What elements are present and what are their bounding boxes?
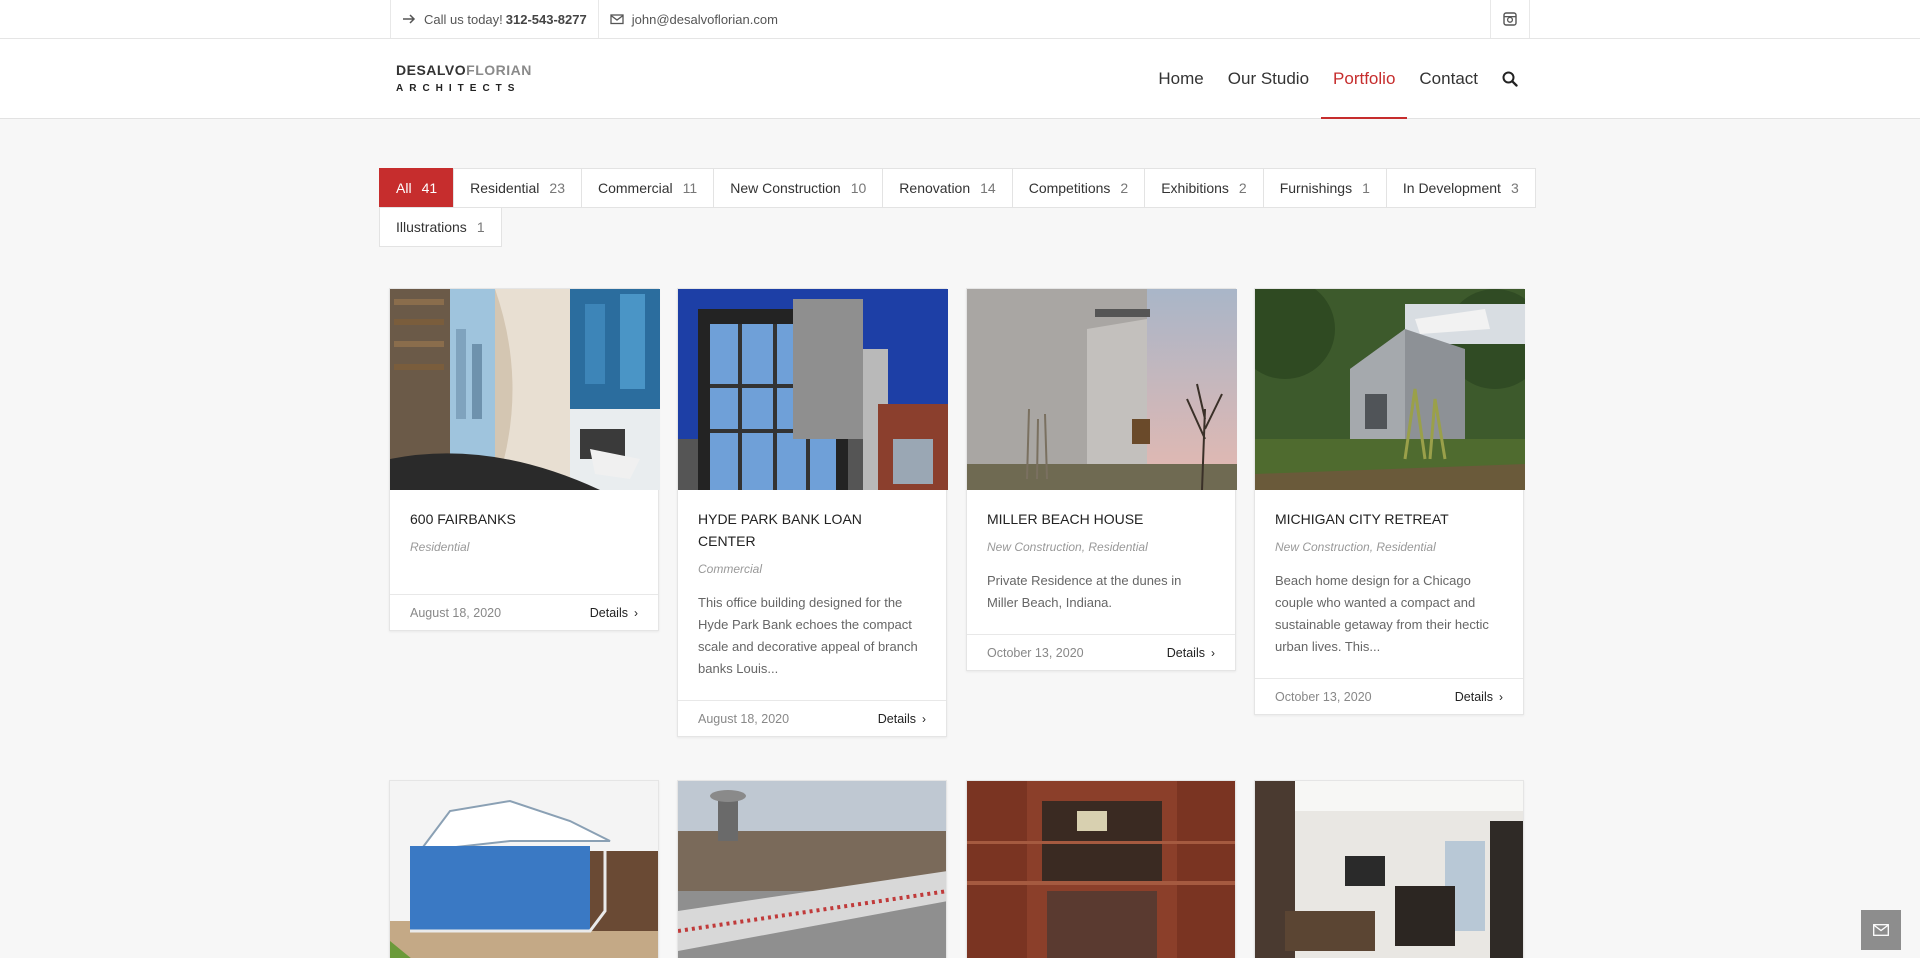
project-categories[interactable]: New Construction, Residential <box>987 538 1215 556</box>
filter-illustrations[interactable]: Illustrations 1 <box>379 207 502 247</box>
project-card <box>966 780 1236 958</box>
details-link[interactable]: Details › <box>1167 646 1215 660</box>
mail-icon[interactable] <box>1861 910 1901 950</box>
filter-residential[interactable]: Residential 23 <box>453 168 582 208</box>
chevron-right-icon: › <box>634 605 638 620</box>
project-card <box>677 780 947 958</box>
chevron-right-icon: › <box>1211 645 1215 660</box>
project-card: MILLER BEACH HOUSE New Construction, Res… <box>966 288 1237 671</box>
project-excerpt: Private Residence at the dunes in Miller… <box>987 573 1182 610</box>
project-categories[interactable]: Residential <box>410 538 638 556</box>
nav-our-studio[interactable]: Our Studio <box>1216 39 1321 119</box>
project-categories[interactable]: Commercial <box>698 560 926 578</box>
instagram-icon[interactable] <box>1490 0 1530 38</box>
filter-furnishings[interactable]: Furnishings 1 <box>1262 168 1387 208</box>
project-title[interactable]: MICHIGAN CITY RETREAT <box>1275 508 1503 530</box>
email-contact[interactable]: john@desalvoflorian.com <box>597 0 789 38</box>
project-card <box>389 780 659 958</box>
project-card: HYDE PARK BANK LOAN CENTER Commercial Th… <box>677 288 948 737</box>
project-image[interactable] <box>967 781 1235 958</box>
project-excerpt: Beach home design for a Chicago couple w… <box>1275 573 1489 654</box>
envelope-icon <box>610 12 624 26</box>
project-date: October 13, 2020 <box>987 645 1084 660</box>
site-logo[interactable]: DESALVOFLORIAN ARCHITECTS <box>396 61 532 97</box>
main-nav: Home Our Studio Portfolio Contact <box>1146 39 1530 119</box>
project-image[interactable] <box>678 781 946 958</box>
filter-commercial[interactable]: Commercial 11 <box>580 168 715 208</box>
project-title[interactable]: 600 FAIRBANKS <box>410 508 638 530</box>
filter-competitions[interactable]: Competitions 2 <box>1011 168 1146 208</box>
project-image[interactable] <box>1255 289 1525 490</box>
phone-contact[interactable]: Call us today! 312-543-8277 <box>390 0 598 38</box>
project-card <box>1254 780 1524 958</box>
email-address[interactable]: john@desalvoflorian.com <box>632 12 778 27</box>
project-categories[interactable]: New Construction, Residential <box>1275 538 1503 556</box>
project-image[interactable] <box>390 781 658 958</box>
call-prefix: Call us today! <box>424 11 503 27</box>
project-image[interactable] <box>1255 781 1523 958</box>
project-title[interactable]: MILLER BEACH HOUSE <box>987 508 1215 530</box>
project-title[interactable]: HYDE PARK BANK LOAN CENTER <box>698 508 878 552</box>
filter-renovation[interactable]: Renovation 14 <box>882 168 1013 208</box>
search-icon[interactable] <box>1490 39 1530 119</box>
project-date: August 18, 2020 <box>698 711 790 726</box>
nav-portfolio[interactable]: Portfolio <box>1321 39 1408 119</box>
details-link[interactable]: Details › <box>1455 690 1503 704</box>
nav-home[interactable]: Home <box>1146 39 1215 119</box>
project-card: 600 FAIRBANKS Residential August 18, 202… <box>389 288 660 631</box>
project-image[interactable] <box>678 289 948 490</box>
details-link[interactable]: Details › <box>878 712 926 726</box>
phone-number[interactable]: 312-543-8277 <box>506 12 587 27</box>
nav-contact[interactable]: Contact <box>1407 39 1490 119</box>
filter-all[interactable]: All 41 <box>379 168 455 208</box>
filter-new-construction[interactable]: New Construction 10 <box>713 168 884 208</box>
filter-exhibitions[interactable]: Exhibitions 2 <box>1144 168 1264 208</box>
project-card: MICHIGAN CITY RETREAT New Construction, … <box>1254 288 1525 715</box>
portfolio-filters: All 41 Residential 23 Commercial 11 New Con… <box>379 168 1539 247</box>
site-header: DESALVOFLORIAN ARCHITECTS Home Our Studi… <box>0 39 1920 119</box>
filter-in-development[interactable]: In Development 3 <box>1385 168 1536 208</box>
project-date: August 18, 2020 <box>410 605 502 620</box>
project-date: October 13, 2020 <box>1275 689 1372 704</box>
project-image[interactable] <box>390 289 660 490</box>
project-excerpt: This office building designed for the Hy… <box>698 595 918 676</box>
top-bar: Call us today! 312-543-8277 john@desalvo… <box>0 0 1920 39</box>
chevron-right-icon: › <box>1499 689 1503 704</box>
details-link[interactable]: Details › <box>590 606 638 620</box>
chevron-right-icon: › <box>922 711 926 726</box>
arrow-right-icon <box>402 12 416 26</box>
project-image[interactable] <box>967 289 1237 490</box>
